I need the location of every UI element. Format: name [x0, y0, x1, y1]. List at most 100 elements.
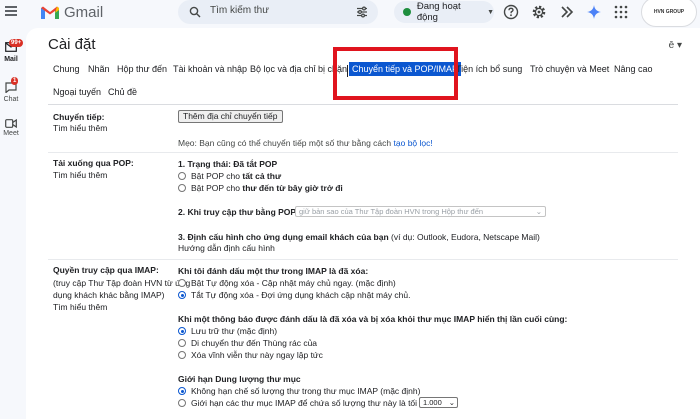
imap-expunge-question: Khi một thông báo được đánh dấu là đã xó… [178, 314, 568, 324]
imap-label: Quyền truy cập qua IMAP: [53, 265, 159, 275]
autoexpunge-on-radio[interactable] [178, 279, 186, 287]
app-name: Gmail [64, 4, 104, 21]
menu-icon[interactable] [5, 6, 17, 16]
pop-option-from-now[interactable]: Bật POP cho thư đến từ bây giờ trở đi [178, 183, 343, 193]
create-filter-link[interactable]: tạo bộ lọc! [394, 138, 433, 148]
pop-access-title: 2. Khi truy cập thư bằng POP [178, 207, 297, 217]
pop-status-title: 1. Trạng thái: Đã tắt POP [178, 159, 278, 169]
apps-grid-icon[interactable] [613, 4, 629, 20]
limit-radio[interactable] [178, 399, 186, 407]
gmail-logo[interactable]: Gmail [40, 4, 103, 21]
autoexpunge-on-label: Bật Tự động xóa - Cập nhật máy chủ ngay.… [191, 278, 396, 288]
imap-trash-option[interactable]: Di chuyển thư đến Thùng rác của [178, 338, 317, 348]
imap-autoexpunge-on[interactable]: Bật Tự động xóa - Cập nhật máy chủ ngay.… [178, 278, 396, 288]
forwarding-tip: Mẹo: Bạn cũng có thể chuyển tiếp một số … [178, 138, 433, 148]
tab-offline[interactable]: Ngoại tuyến [53, 87, 101, 97]
pop-label: Tải xuống qua POP: [53, 158, 134, 168]
imap-desc-line2: dụng khách khác bằng IMAP) [53, 290, 165, 300]
status-selector[interactable]: Đang hoạt động ▼ [394, 1, 494, 23]
imap-limit-select-value: 1.000 [423, 398, 442, 407]
pop-learn-more-link[interactable]: Tìm hiểu thêm [53, 170, 107, 180]
pop-client-config: 3. Định cấu hình cho ứng dụng email khác… [178, 232, 540, 242]
gemini-sidekick-icon[interactable] [559, 4, 575, 20]
input-tools-label: ē [668, 40, 675, 51]
tab-inbox[interactable]: Hộp thư đến [117, 64, 167, 74]
account-avatar[interactable]: HVN GROUP [641, 0, 697, 27]
org-logo-label: HVN GROUP [653, 9, 685, 15]
pop-option-all-mail[interactable]: Bật POP cho tất cả thư [178, 171, 281, 181]
rail-meet[interactable]: Meet [0, 118, 22, 137]
pop-config-instructions-link[interactable]: Hướng dẫn định cấu hình [178, 243, 275, 253]
pop-opt1-bold: tất cả thư [242, 171, 282, 181]
active-status-icon [403, 8, 411, 16]
forwarding-learn-more-link[interactable]: Tìm hiểu thêm [53, 123, 107, 133]
autoexpunge-off-label: Tắt Tự động xóa - Đợi ứng dụng khách cập… [191, 290, 411, 300]
pop-from-now-radio[interactable] [178, 184, 186, 192]
rail-mail-label: Mail [4, 56, 18, 63]
trash-label: Di chuyển thư đến Thùng rác của [191, 338, 318, 348]
tab-addons[interactable]: Tiện ích bổ sung [456, 64, 522, 74]
tab-labels[interactable]: Nhãn [88, 64, 110, 74]
tab-chat-meet[interactable]: Trò chuyện và Meet [530, 64, 609, 74]
add-forwarding-address-button[interactable]: Thêm địa chỉ chuyển tiếp [178, 110, 283, 123]
search-bar[interactable] [178, 0, 378, 24]
input-tools-icon[interactable]: ē ▾ [669, 40, 682, 51]
tab-themes[interactable]: Chủ đề [108, 87, 137, 97]
trash-radio[interactable] [178, 339, 186, 347]
pop-client-title: 3. Định cấu hình cho ứng dụng email khác… [178, 232, 389, 242]
imap-no-limit-option[interactable]: Không hạn chế số lượng thư trong thư mục… [178, 386, 420, 396]
pop-opt2-bold: thư đến từ bây giờ trở đi [242, 183, 343, 193]
archive-radio[interactable] [178, 327, 186, 335]
delete-forever-radio[interactable] [178, 351, 186, 359]
imap-learn-more-link[interactable]: Tìm hiểu thêm [53, 302, 107, 312]
gmail-m-icon [41, 6, 59, 19]
help-icon[interactable] [503, 4, 519, 20]
rail-chat[interactable]: Chat [0, 82, 22, 103]
settings-gear-icon[interactable] [531, 4, 547, 20]
section-divider [48, 152, 678, 153]
tab-advanced[interactable]: Nâng cao [614, 64, 653, 74]
tab-accounts-import[interactable]: Tài khoản và nhập [173, 64, 247, 74]
pop-client-note: (ví dụ: Outlook, Eudora, Netscape Mail) [391, 232, 540, 242]
imap-limit-select[interactable]: 1.000 ⌄ [419, 397, 458, 408]
chevron-down-icon: ⌄ [448, 398, 455, 407]
limit-label: Giới hạn các thư mục IMAP để chứa số lượ… [191, 398, 429, 408]
mail-unread-badge: 99+ [9, 39, 24, 47]
text-cursor [347, 65, 348, 77]
delete-forever-label: Xóa vĩnh viễn thư này ngay lập tức [191, 350, 323, 360]
forwarding-label: Chuyển tiếp: [53, 112, 105, 122]
chevron-down-icon: ▼ [487, 8, 494, 16]
imap-folder-size-title: Giới hạn Dung lượng thư mục [178, 374, 301, 384]
imap-autoexpunge-off[interactable]: Tắt Tự động xóa - Đợi ứng dụng khách cập… [178, 290, 411, 300]
imap-delete-forever-option[interactable]: Xóa vĩnh viễn thư này ngay lập tức [178, 350, 323, 360]
search-input[interactable] [210, 5, 340, 16]
settings-panel: Cài đặt ē ▾ Chung Nhãn Hộp thư đến Tài k… [26, 28, 700, 419]
autoexpunge-off-radio[interactable] [178, 291, 186, 299]
tabs-divider [48, 104, 678, 105]
imap-delete-question: Khi tôi đánh dấu một thư trong IMAP là đ… [178, 266, 369, 276]
imap-archive-option[interactable]: Lưu trữ thư (mặc định) [178, 326, 277, 336]
rail-chat-label: Chat [3, 96, 19, 103]
no-limit-label: Không hạn chế số lượng thư trong thư mục… [191, 386, 421, 396]
pop-access-select-value: giữ bản sao của Thư Tập đoàn HVN trong H… [299, 207, 484, 216]
tab-general[interactable]: Chung [53, 64, 80, 74]
no-limit-radio[interactable] [178, 387, 186, 395]
annotation-highlight-box [333, 47, 458, 100]
imap-limit-option[interactable]: Giới hạn các thư mục IMAP để chứa số lượ… [178, 398, 429, 408]
archive-label: Lưu trữ thư (mặc định) [191, 326, 278, 336]
section-divider [48, 259, 678, 260]
pop-opt1-prefix: Bật POP cho [191, 171, 240, 181]
chevron-down-icon: ⌄ [535, 207, 542, 216]
search-options-icon[interactable] [356, 6, 368, 18]
pop-opt2-prefix: Bật POP cho [191, 183, 240, 193]
pop-access-select[interactable]: giữ bản sao của Thư Tập đoàn HVN trong H… [295, 206, 546, 217]
rail-meet-label: Meet [3, 130, 19, 137]
imap-desc-line1: (truy cập Thư Tập đoàn HVN từ ứng [53, 278, 191, 288]
search-icon[interactable] [189, 6, 201, 18]
forwarding-tip-text: Mẹo: Bạn cũng có thể chuyển tiếp một số … [178, 138, 392, 148]
meet-video-icon [5, 118, 17, 129]
gemini-star-icon[interactable] [586, 4, 602, 20]
pop-all-radio[interactable] [178, 172, 186, 180]
status-label: Đang hoạt động [416, 1, 461, 23]
top-bar: Gmail Đang hoạt động ▼ [0, 0, 700, 27]
